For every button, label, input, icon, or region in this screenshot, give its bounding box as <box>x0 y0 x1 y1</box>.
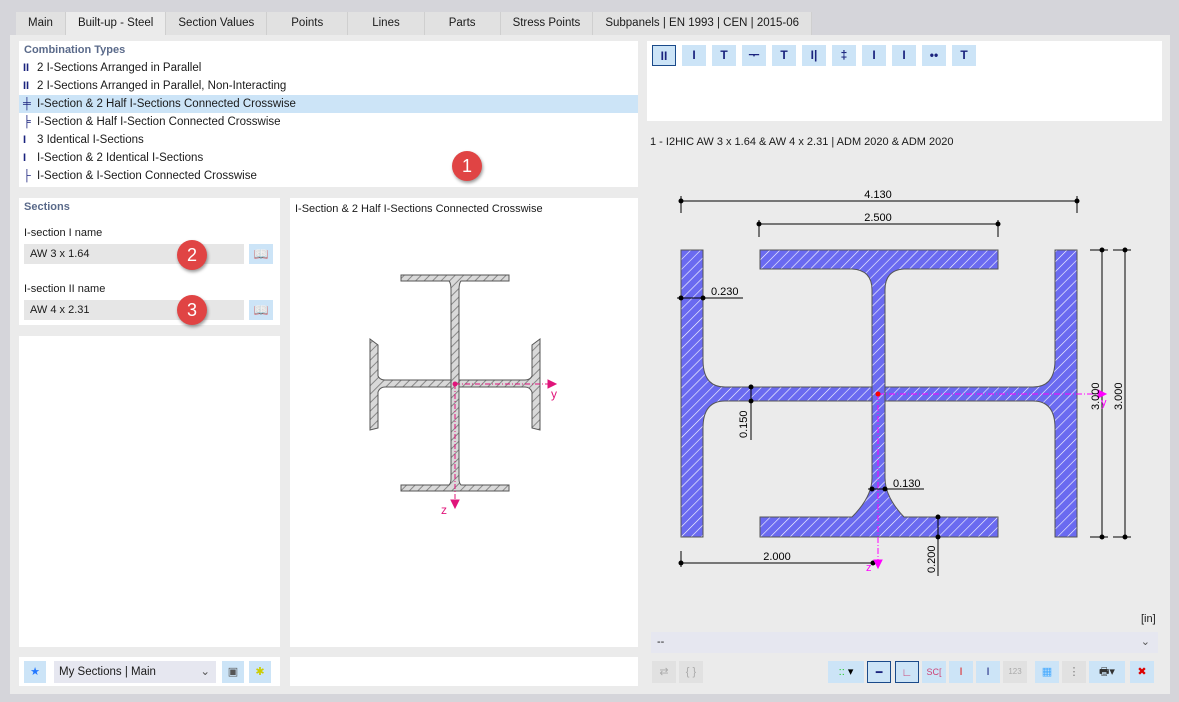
points-icon[interactable]: :: ▾ <box>828 661 864 683</box>
dim-half-flange-thk: 0.230 <box>711 286 739 298</box>
result-dropdown[interactable]: -- ⌄ <box>651 632 1158 653</box>
shear-center-icon[interactable]: SC[ <box>922 661 946 683</box>
grid-icon[interactable]: ▦ <box>1035 661 1059 683</box>
reset-view-icon[interactable]: ✖ <box>1130 661 1154 683</box>
dim-flange-width: 2.500 <box>864 212 892 224</box>
preview-drawing: y z 4.130 2.500 0.230 0.150 0.130 0.200 <box>369 189 1131 576</box>
dim-total-width: 4.130 <box>864 189 892 201</box>
add-favorite-star-icon[interactable]: ★ <box>24 661 46 683</box>
section-outline-icon[interactable]: I <box>976 661 1000 683</box>
dim-web-thk: 0.130 <box>893 478 921 490</box>
dim-half-web-thk: 0.150 <box>738 410 750 438</box>
chevron-down-icon: ⌄ <box>1140 636 1150 648</box>
open-library-icon[interactable]: ▣ <box>222 661 244 683</box>
library-select-value: My Sections | Main <box>59 666 156 678</box>
list-icon[interactable]: ⋮ <box>1062 661 1086 683</box>
dim-offset: 2.000 <box>763 551 791 563</box>
result-dropdown-value: -- <box>657 636 665 648</box>
numbering-icon[interactable]: 123 <box>1003 661 1027 683</box>
chevron-down-icon: ⌄ <box>200 666 210 678</box>
main-y-label: y <box>1101 397 1107 409</box>
bottom-middle-panel <box>290 657 638 686</box>
bracket-icon[interactable]: { } <box>679 661 703 683</box>
dim-height-2: 3.000 <box>1113 382 1125 410</box>
axes-icon[interactable]: ∟ <box>895 661 919 683</box>
drawing-title: 1 - I2HIC AW 3 x 1.64 & AW 4 x 2.31 | AD… <box>650 136 954 148</box>
import-icon[interactable]: ⇄ <box>652 661 676 683</box>
unit-label: [in] <box>1141 613 1156 625</box>
dim-flange-thk: 0.200 <box>926 545 938 573</box>
preview-z-label: z <box>441 503 447 517</box>
stress-points-icon[interactable]: I <box>949 661 973 683</box>
left-half-section <box>680 249 873 538</box>
new-section-icon[interactable]: ✱ <box>249 661 271 683</box>
z-axis-arrow <box>450 499 460 510</box>
preview-left-half <box>369 338 452 431</box>
print-icon[interactable]: 🖶▾ <box>1089 661 1125 683</box>
preview-y-label: y <box>551 387 557 401</box>
main-z-label: z <box>866 562 872 574</box>
bottom-left-toolbar: ★ My Sections | Main ⌄ ▣ ✱ <box>19 657 280 686</box>
dimension-icon[interactable]: ━ <box>867 661 891 683</box>
library-select[interactable]: My Sections | Main ⌄ <box>54 661 216 683</box>
